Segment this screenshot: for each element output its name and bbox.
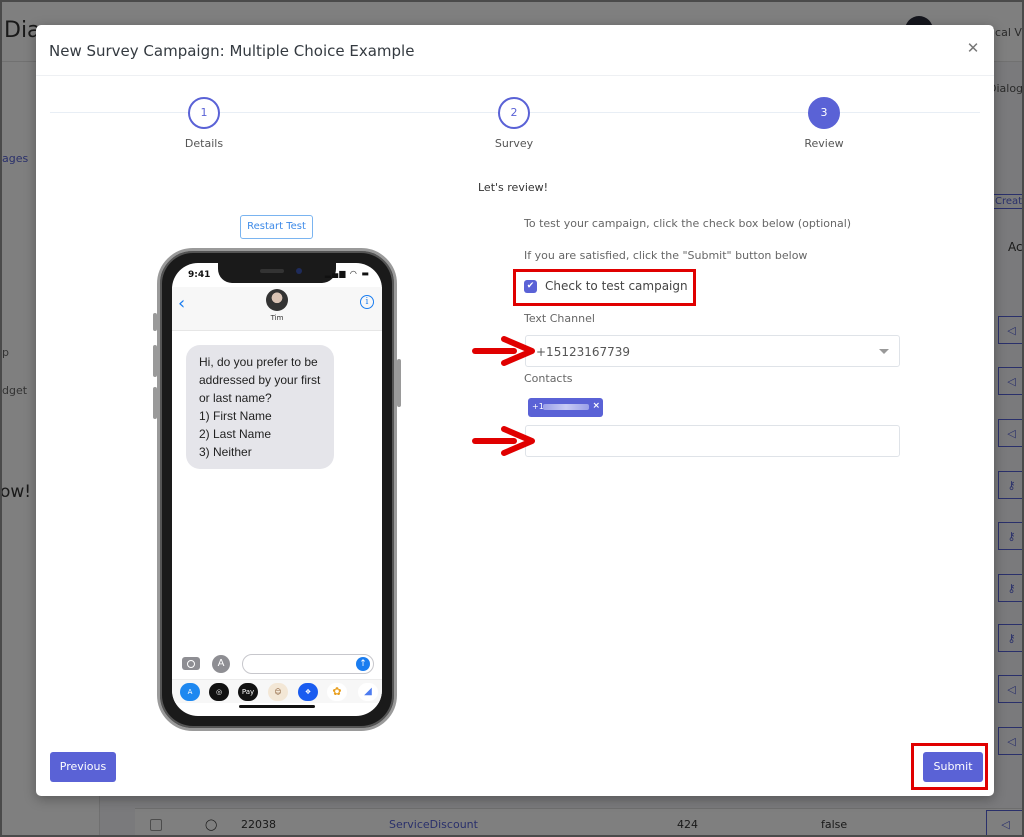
activity-icon[interactable]: ◎ xyxy=(209,683,229,701)
dropbox-icon[interactable]: ❖ xyxy=(298,683,318,701)
close-icon[interactable]: ✕ xyxy=(964,39,982,57)
contacts-label: Contacts xyxy=(524,372,573,385)
phone-side-button xyxy=(397,359,401,407)
contact-name: Tim xyxy=(270,314,284,322)
step-review[interactable]: 3 Review xyxy=(779,97,869,150)
app-store-icon[interactable]: A xyxy=(180,683,200,701)
modal-title: New Survey Campaign: Multiple Choice Exa… xyxy=(49,42,415,60)
caret-down-icon[interactable] xyxy=(879,349,889,354)
step-number: 3 xyxy=(808,97,840,129)
text-channel-value: +15123167739 xyxy=(536,345,631,359)
info-icon[interactable]: i xyxy=(360,295,374,309)
step-details[interactable]: 1 Details xyxy=(159,97,249,150)
survey-campaign-modal: New Survey Campaign: Multiple Choice Exa… xyxy=(36,25,994,796)
message-bubble: Hi, do you prefer to be addressed by you… xyxy=(186,345,334,469)
chevron-left-icon[interactable]: ‹ xyxy=(178,293,185,314)
messages-header: ‹ Tim i xyxy=(172,287,382,331)
text-channel-label: Text Channel xyxy=(524,312,595,325)
speaker-icon xyxy=(260,269,284,273)
phone-notch xyxy=(218,263,336,283)
redacted-number xyxy=(543,404,589,410)
test-instruction: To test your campaign, click the check b… xyxy=(524,217,852,230)
apple-pay-icon[interactable]: Pay xyxy=(238,683,258,701)
step-number: 2 xyxy=(498,97,530,129)
message-input[interactable]: ↑ xyxy=(242,654,374,674)
step-label: Survey xyxy=(494,137,534,150)
message-line: Hi, do you prefer to be xyxy=(199,355,318,369)
contact-tag[interactable]: +1 × xyxy=(528,398,603,417)
submit-highlight-box xyxy=(911,743,988,790)
status-time: 9:41 xyxy=(188,270,211,280)
app-tray: A ◎ Pay ☺ ❖ ✿ ◢ xyxy=(172,679,382,703)
step-survey[interactable]: 2 Survey xyxy=(469,97,559,150)
checkbox-highlight-box xyxy=(513,269,696,306)
remove-tag-icon[interactable]: × xyxy=(592,401,600,411)
animoji-icon[interactable]: ☺ xyxy=(268,683,288,701)
app-store-icon[interactable]: A xyxy=(212,655,230,673)
text-channel-select[interactable]: +15123167739 xyxy=(525,335,900,367)
front-camera-icon xyxy=(296,268,302,274)
contacts-input[interactable] xyxy=(525,425,900,457)
photos-icon[interactable]: ✿ xyxy=(327,683,347,701)
step-label: Details xyxy=(184,137,224,150)
send-arrow-icon[interactable]: ↑ xyxy=(356,657,370,671)
review-heading: Let's review! xyxy=(478,181,549,194)
submit-instruction: If you are satisfied, click the "Submit"… xyxy=(524,249,808,262)
camera-icon[interactable] xyxy=(182,657,200,670)
modal-header: New Survey Campaign: Multiple Choice Exa… xyxy=(36,25,994,76)
message-line: or last name? xyxy=(199,391,272,405)
compose-bar: A ↑ xyxy=(172,653,382,679)
message-line: 1) First Name xyxy=(199,409,272,423)
phone-side-button xyxy=(153,313,157,331)
contact-avatar xyxy=(266,289,288,311)
arrow-right-icon xyxy=(472,336,535,366)
message-line: 2) Last Name xyxy=(199,427,272,441)
message-line: 3) Neither xyxy=(199,445,252,459)
phone-preview: 9:41 ▂▄▆ ◠ ▬ ‹ Tim i Hi, do you prefer t… xyxy=(153,248,401,731)
phone-side-button xyxy=(153,387,157,419)
more-apps-icon[interactable]: ◢ xyxy=(358,683,378,701)
phone-side-button xyxy=(153,345,157,377)
phone-screen: 9:41 ▂▄▆ ◠ ▬ ‹ Tim i Hi, do you prefer t… xyxy=(172,263,382,716)
wizard-stepper: 1 Details 2 Survey 3 Review xyxy=(50,97,980,157)
signal-wifi-battery-icon: ▂▄▆ ◠ ▬ xyxy=(324,269,370,278)
home-indicator xyxy=(239,705,315,708)
previous-button[interactable]: Previous xyxy=(50,752,116,782)
arrow-right-icon xyxy=(472,426,535,456)
step-number: 1 xyxy=(188,97,220,129)
step-label: Review xyxy=(804,137,844,150)
restart-test-button[interactable]: Restart Test xyxy=(240,215,313,239)
message-line: addressed by your first xyxy=(199,373,321,387)
